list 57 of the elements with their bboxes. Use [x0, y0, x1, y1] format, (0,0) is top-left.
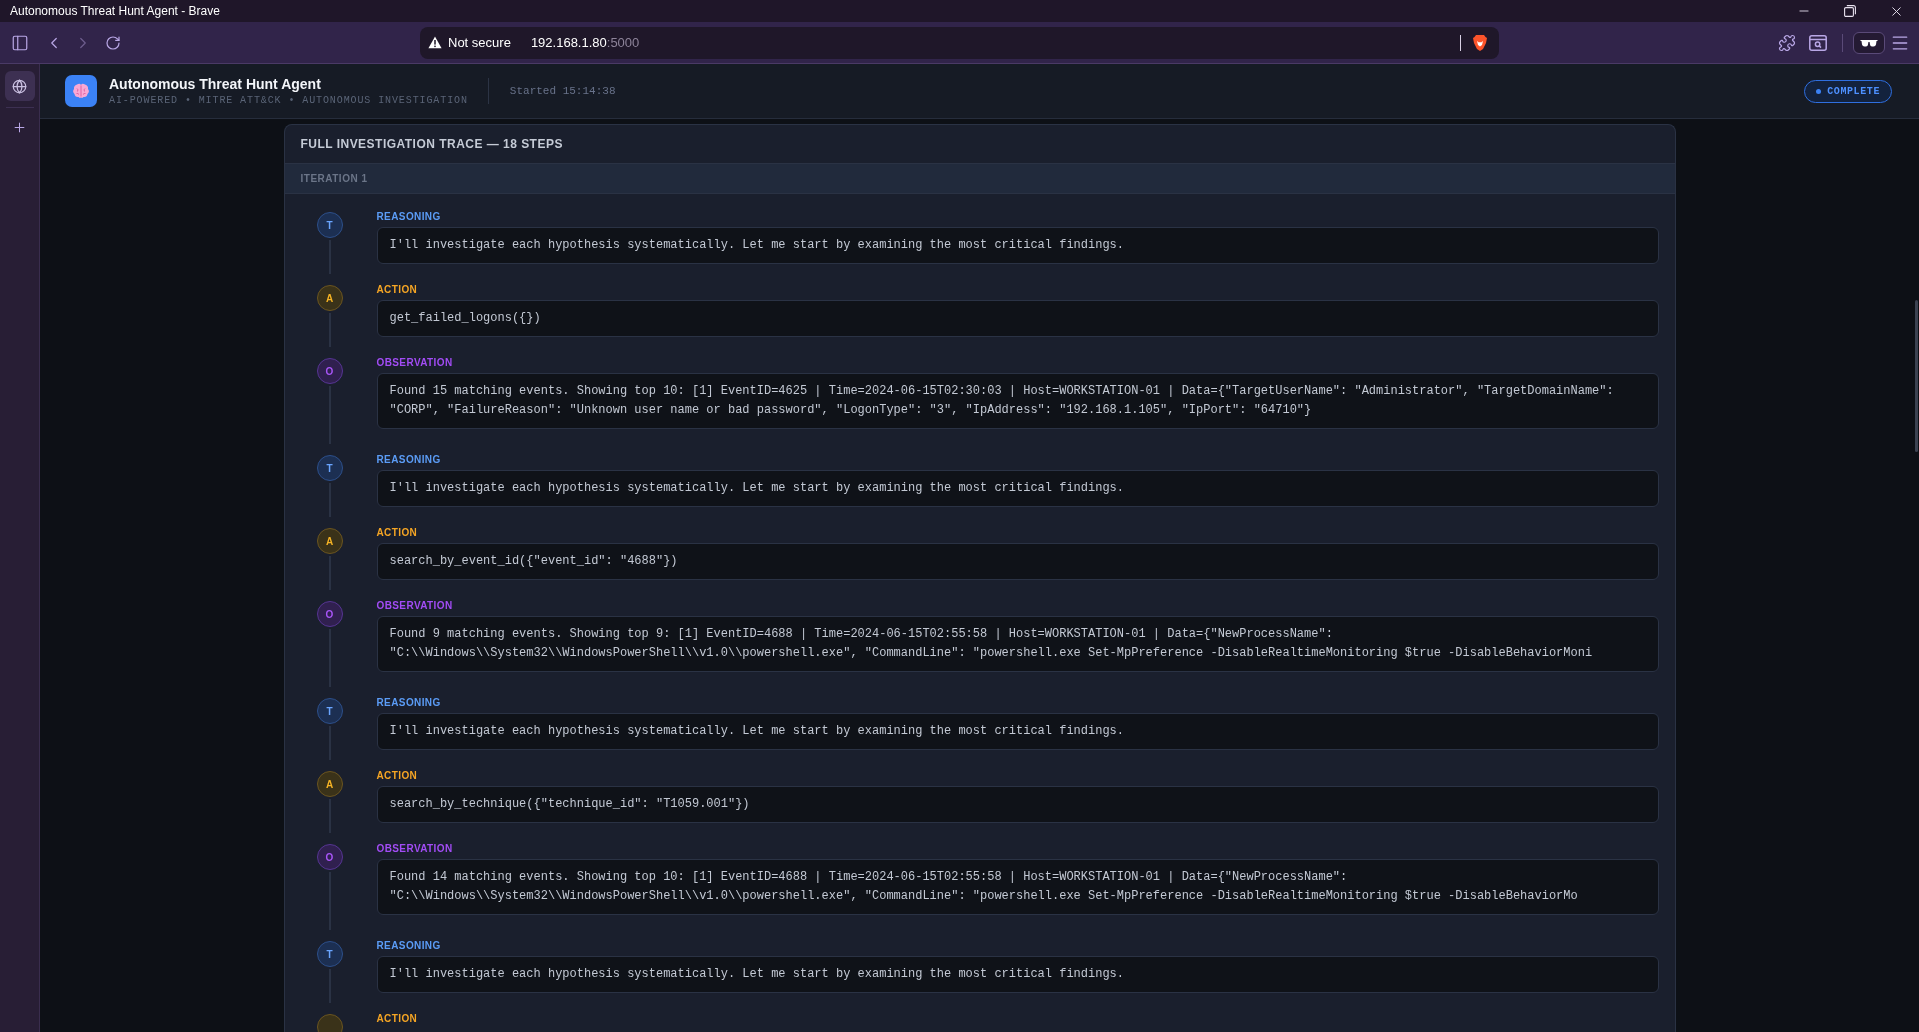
warning-icon: [428, 36, 442, 49]
step-label: REASONING: [376, 696, 441, 710]
status-label: COMPLETE: [1827, 84, 1880, 99]
lion-shield-icon: [1472, 33, 1488, 52]
step-content: Found 15 matching events. Showing top 10: [1] EventID=4625 | Time=2024-06-15T02:30:03 | Host=WORKSTATION-01 | Data={"TargetUserName": "Administrator", "TargetDomainName": "CORP", "FailureReason": "Unknown user name or bad password", "LogonType": "3", "IpAddress": "192.168.1.105", "IpPort": "64710"}: [376, 373, 1659, 429]
sunglasses-icon: [1860, 38, 1878, 47]
step-type-marker: O: [316, 844, 343, 870]
restore-icon: [1844, 5, 1856, 17]
sunglasses-button[interactable]: [1853, 31, 1885, 54]
step-type-marker: A: [316, 528, 343, 554]
step-content: I'll investigate each hypothesis systematically. Let me start by examining the most critical findings.: [376, 956, 1659, 993]
app-logo-icon: [65, 75, 97, 107]
trace-title: FULL INVESTIGATION TRACE — 18 STEPS: [300, 136, 563, 153]
step-content: search_by_technique({"technique_id": "T1059.001"}): [376, 786, 1659, 823]
step-label: REASONING: [376, 939, 441, 953]
step-label: OBSERVATION: [376, 599, 453, 613]
step-type-marker: A: [316, 285, 343, 311]
app-title: Autonomous Threat Hunt Agent: [109, 74, 322, 93]
step-type-marker: [316, 1014, 343, 1032]
scrollbar-thumb[interactable]: [1915, 300, 1918, 452]
step-type-marker: A: [316, 771, 343, 797]
step-content: get_failed_logons({}): [376, 300, 1659, 337]
window-title: Autonomous Threat Hunt Agent - Brave: [10, 3, 220, 20]
step-content: I'll investigate each hypothesis systematically. Let me start by examining the most critical findings.: [376, 470, 1659, 507]
iteration-label: ITERATION 1: [300, 172, 368, 186]
step-label: REASONING: [376, 453, 441, 467]
url-text: 192.168.1.80:5000: [530, 33, 640, 52]
shields-button[interactable]: [1471, 32, 1489, 53]
step-label: ACTION: [376, 283, 418, 297]
globe-icon: [12, 78, 27, 94]
puzzle-icon: [1778, 33, 1796, 52]
step-content: I'll investigate each hypothesis systematically. Let me start by examining the most critical findings.: [376, 227, 1659, 264]
step-content: I'll investigate each hypothesis systematically. Let me start by examining the most critical findings.: [376, 713, 1659, 750]
step-label: ACTION: [376, 1012, 418, 1026]
step-type-marker: T: [316, 212, 343, 238]
step-content: search_by_event_id({"event_id": "4688"}): [376, 543, 1659, 580]
step-type-marker: T: [316, 698, 343, 724]
step-type-marker: T: [316, 941, 343, 967]
app-subtitle: AI-POWERED • MITRE ATT&CK • AUTONOMOUS INVESTIGATION: [109, 93, 468, 108]
step-label: ACTION: [376, 526, 418, 540]
address-bar[interactable]: Not secure 192.168.1.80:5000: [420, 26, 1499, 59]
step-label: OBSERVATION: [376, 356, 453, 370]
reload-icon: [105, 34, 121, 51]
step-type-marker: O: [316, 358, 343, 384]
tab-search-icon: [1809, 34, 1827, 51]
started-time: Started 15:14:38: [509, 83, 616, 99]
step-label: ACTION: [376, 769, 418, 783]
step-type-marker: O: [316, 601, 343, 627]
plus-icon: [12, 119, 27, 135]
step-type-marker: T: [316, 455, 343, 481]
step-label: OBSERVATION: [376, 842, 453, 856]
step-content: Found 14 matching events. Showing top 10: [1] EventID=4688 | Time=2024-06-15T02:55:58 | Host=WORKSTATION-01 | Data={"NewProcessName": "C:\\Windows\\System32\\WindowsPowerShell\\v1.0\\powershell.exe", "CommandLine": "powershell.exe Set-MpPreference -DisableRealtimeMonitoring $true -DisableBehaviorMo: [376, 859, 1659, 915]
sidebar-toggle-icon: [11, 33, 29, 52]
step-label: REASONING: [376, 210, 441, 224]
sidebar-tab-button[interactable]: [4, 71, 35, 101]
step-content: Found 9 matching events. Showing top 9: [1] EventID=4688 | Time=2024-06-15T02:55:58 | Host=WORKSTATION-01 | Data={"NewProcessName": "C:\\Windows\\System32\\WindowsPowerShell\\v1.0\\powershell.exe", "CommandLine": "powershell.exe Set-MpPreference -DisableRealtimeMonitoring $true -DisableBehaviorMoni: [376, 616, 1659, 672]
security-label[interactable]: Not secure: [448, 32, 511, 53]
